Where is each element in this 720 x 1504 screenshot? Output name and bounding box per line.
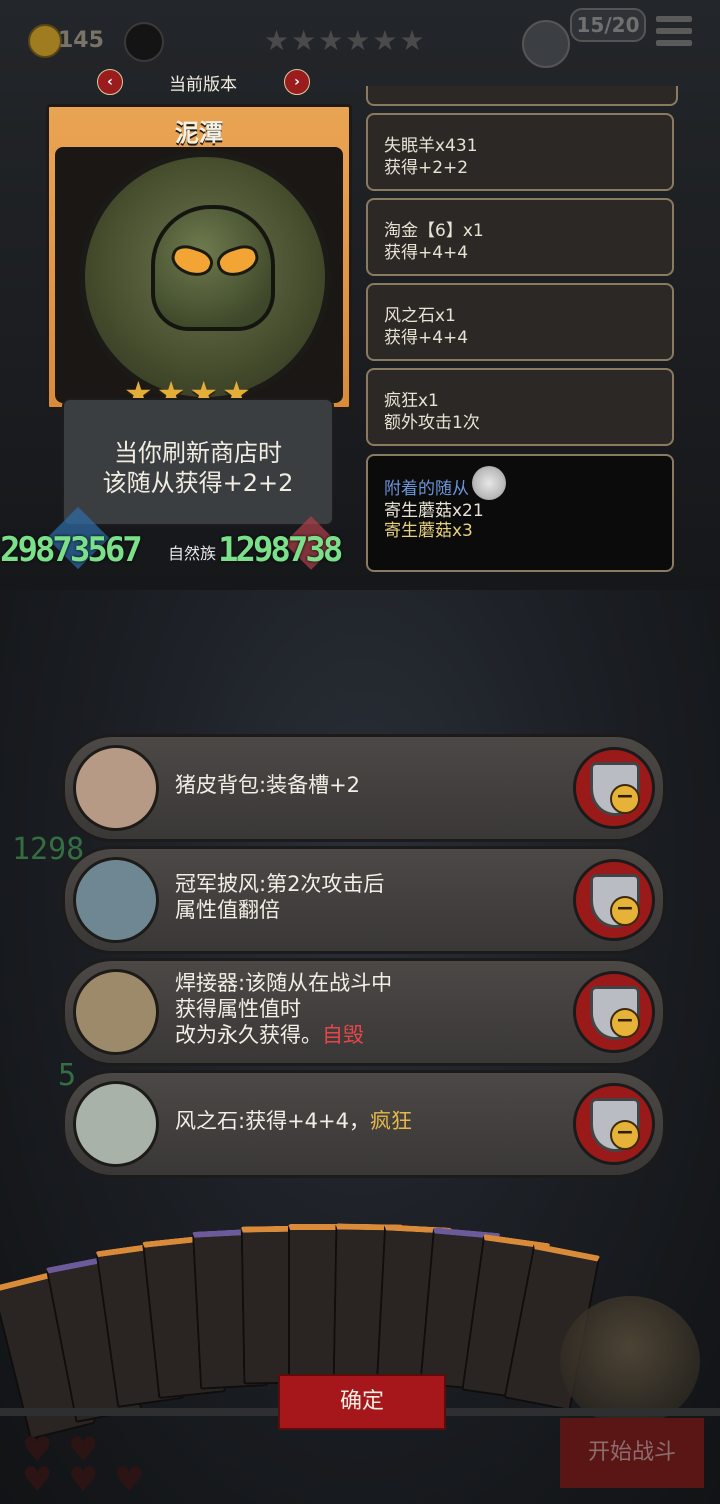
equipment-row[interactable]: 冠军披风:第2次攻击后 属性值翻倍 − [62, 846, 666, 954]
card-portrait [79, 151, 331, 403]
card-description: 当你刷新商店时 该随从获得+2+2 [62, 398, 334, 526]
effect-detail: 获得+4+4 [384, 328, 469, 348]
unequip-button[interactable]: − [573, 971, 655, 1053]
equipment-text: 属性值翻倍 [175, 898, 280, 922]
equipment-text: 改为永久获得。 [175, 1023, 322, 1047]
effect-item: 风之石x1 获得+4+4 [366, 283, 674, 361]
start-battle-button[interactable]: 开始战斗 [560, 1418, 704, 1488]
minus-icon: − [610, 784, 640, 814]
effect-item: 淘金【6】x1 获得+4+4 [366, 198, 674, 276]
confirm-button[interactable]: 确定 [278, 1374, 446, 1430]
equipment-row[interactable]: 猪皮背包:装备槽+2 − [62, 734, 666, 842]
card-description-line: 该随从获得+2+2 [102, 469, 294, 497]
heart-icon: ♥ [114, 1460, 145, 1500]
unequip-button[interactable]: − [573, 859, 655, 941]
background-number: 1298 [12, 832, 85, 867]
equipment-row[interactable]: 风之石:获得+4+4，疯狂 − [62, 1070, 666, 1178]
tavern-stars: ★★★★★★ [264, 24, 427, 57]
attack-value: 29873567 [0, 530, 143, 570]
minus-icon: − [610, 1120, 640, 1150]
effect-detail: 获得+4+4 [384, 243, 469, 263]
equipment-text-line: 风之石:获得+4+4，疯狂 [175, 1108, 555, 1134]
version-label: 当前版本 [169, 75, 237, 95]
effect-list-top [366, 86, 678, 106]
coin-icon [28, 24, 62, 58]
heart-icon: ♥ [68, 1460, 99, 1500]
equipment-label: 焊接器:该随从在战斗中 获得属性值时 改为永久获得。自毁 [175, 961, 555, 1057]
top-bar: 145 ★★★★★★ 15/20 [0, 0, 720, 70]
equipment-label: 风之石:获得+4+4，疯狂 [175, 1073, 555, 1169]
attached-item: 寄生蘑菇x3 [384, 521, 473, 541]
attached-minions-panel: 附着的随从 寄生蘑菇x21 寄生蘑菇x3 [366, 454, 674, 572]
minus-icon: − [610, 1008, 640, 1038]
frenzy-tag: 疯狂 [370, 1109, 412, 1133]
hero-portrait[interactable] [560, 1296, 700, 1426]
effect-detail: 获得+2+2 [384, 158, 469, 178]
turn-counter: 15/20 [570, 8, 646, 42]
equipment-text: 猪皮背包:装备槽+2 [175, 773, 361, 797]
equipment-label: 冠军披风:第2次攻击后 属性值翻倍 [175, 849, 555, 945]
menu-icon[interactable] [656, 16, 692, 50]
equipment-text: 获得属性值时 [175, 997, 301, 1021]
minus-icon: − [610, 896, 640, 926]
unequip-button[interactable]: − [573, 1083, 655, 1165]
equipment-label: 猪皮背包:装备槽+2 [175, 737, 555, 833]
self-destruct-tag: 自毁 [322, 1023, 364, 1047]
wind-stone-icon [73, 1081, 159, 1167]
version-next-button[interactable]: › [284, 69, 310, 95]
version-prev-button[interactable]: ‹ [97, 69, 123, 95]
welder-icon [73, 969, 159, 1055]
card-name: 泥潭 [175, 118, 223, 147]
equipment-text: 焊接器:该随从在战斗中 [175, 971, 393, 995]
effect-item: 失眠羊x431 获得+2+2 [366, 113, 674, 191]
unequip-button[interactable]: − [573, 747, 655, 829]
heart-icon: ♥ [22, 1460, 53, 1500]
cat-icon[interactable] [124, 22, 164, 62]
health-value: 1298738 [218, 530, 343, 570]
equipment-row[interactable]: 焊接器:该随从在战斗中 获得属性值时 改为永久获得。自毁 − [62, 958, 666, 1066]
tribe-label: 自然族 [168, 544, 217, 563]
equipment-text-line: 改为永久获得。自毁 [175, 1022, 555, 1048]
effect-detail: 额外攻击1次 [384, 413, 480, 433]
equipment-text: 冠军披风:第2次攻击后 [175, 872, 385, 896]
touch-cursor-icon [472, 466, 506, 500]
pig-backpack-icon [73, 745, 159, 831]
card-description-line: 当你刷新商店时 [114, 439, 282, 467]
champion-cape-icon [73, 857, 159, 943]
mud-monster-icon [151, 205, 275, 331]
effect-item: 疯狂x1 额外攻击1次 [366, 368, 674, 446]
coin-count: 145 [58, 28, 104, 53]
player-avatar-icon[interactable] [522, 20, 570, 68]
minion-card[interactable]: 泥潭 [46, 104, 352, 410]
equipment-text: 风之石:获得+4+4， [175, 1109, 370, 1133]
